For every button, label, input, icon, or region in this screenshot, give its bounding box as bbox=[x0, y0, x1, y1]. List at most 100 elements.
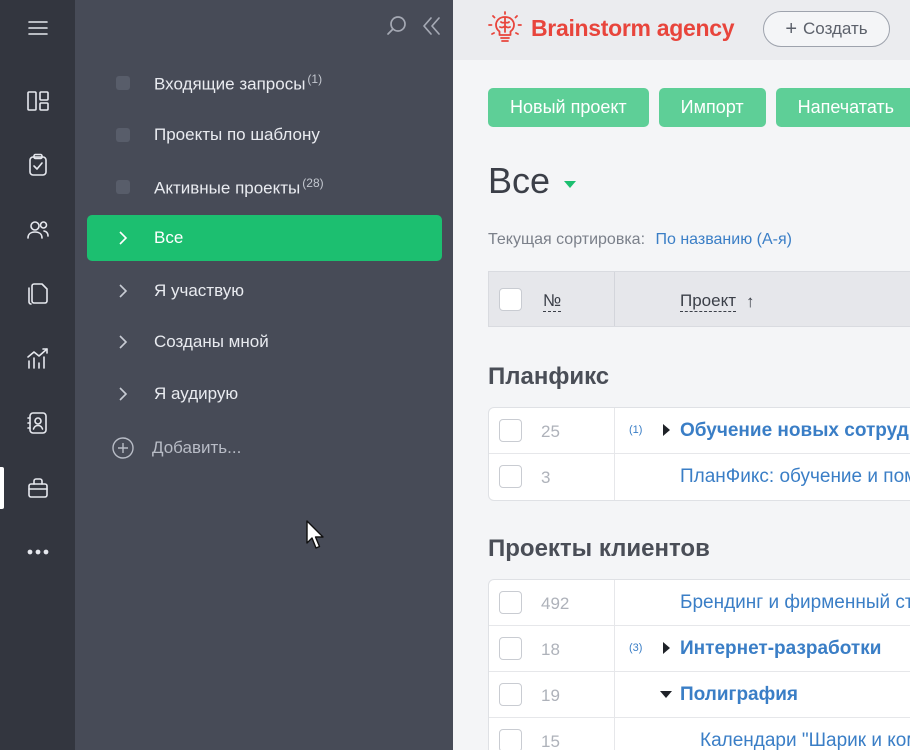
filter-template-projects[interactable]: Проекты по шаблону bbox=[87, 112, 442, 158]
row-checkbox[interactable] bbox=[499, 591, 522, 614]
filter-active-projects[interactable]: Активные проекты (28) bbox=[87, 164, 442, 210]
menu-button[interactable] bbox=[0, 2, 75, 54]
row-number: 15 bbox=[541, 732, 560, 750]
project-link[interactable]: ПланФикс: обучение и помощь bbox=[680, 466, 910, 488]
sort-info: Текущая сортировка: По названию (А-я) bbox=[488, 231, 792, 249]
table-header: № Проект ↑ bbox=[488, 271, 910, 327]
projects-filter-panel: Входящие запросы (1) Проекты по шаблону А… bbox=[75, 0, 453, 750]
user-card-icon bbox=[26, 412, 47, 434]
project-link[interactable]: Календари "Шарик и компания" bbox=[700, 730, 910, 750]
row-checkbox[interactable] bbox=[499, 637, 522, 660]
row-number: 19 bbox=[541, 686, 560, 705]
column-header-project-label: Проект bbox=[680, 291, 736, 312]
actions-toolbar: Новый проект Импорт Напечатать bbox=[488, 88, 910, 127]
row-checkbox[interactable] bbox=[499, 729, 522, 750]
caret-down-icon bbox=[564, 180, 577, 188]
row-number: 492 bbox=[541, 594, 570, 613]
select-all-checkbox[interactable] bbox=[499, 288, 522, 311]
rail-item-users[interactable] bbox=[0, 397, 75, 449]
row-checkbox[interactable] bbox=[499, 465, 522, 488]
group-table: 25 (1) Обучение новых сотрудников 3 План… bbox=[488, 407, 910, 501]
row-subcount: (3) bbox=[629, 642, 643, 654]
rail-item-contacts[interactable] bbox=[0, 204, 75, 256]
rail-item-tasks[interactable] bbox=[0, 139, 75, 191]
filter-auditing[interactable]: Я аудирую bbox=[87, 371, 442, 417]
column-divider bbox=[614, 408, 615, 453]
sort-label: Текущая сортировка: bbox=[488, 231, 646, 248]
column-divider bbox=[614, 272, 615, 326]
filter-count: (28) bbox=[302, 175, 324, 190]
create-label: Создать bbox=[803, 19, 868, 38]
table-row[interactable]: 3 ПланФикс: обучение и помощь bbox=[489, 454, 910, 500]
group-title: Проекты клиентов bbox=[488, 535, 710, 562]
group-table: 492 Брендинг и фирменный стиль 18 (3) Ин… bbox=[488, 579, 910, 750]
import-button[interactable]: Импорт bbox=[658, 88, 766, 127]
column-divider bbox=[614, 626, 615, 671]
filter-label: Проекты по шаблону bbox=[154, 125, 320, 144]
project-link[interactable]: Обучение новых сотрудников bbox=[680, 420, 910, 442]
rail-item-more[interactable] bbox=[0, 526, 75, 578]
expand-triangle-icon[interactable] bbox=[663, 642, 670, 654]
sort-value-link[interactable]: По названию (А-я) bbox=[655, 231, 792, 248]
dashboard-icon bbox=[26, 91, 49, 111]
view-selector[interactable]: Все bbox=[488, 160, 577, 202]
add-filter-button[interactable]: Добавить... bbox=[87, 425, 442, 471]
row-number: 18 bbox=[541, 640, 560, 659]
row-checkbox[interactable] bbox=[499, 419, 522, 442]
rail-item-dashboard[interactable] bbox=[0, 75, 75, 127]
filter-created-by-me[interactable]: Созданы мной bbox=[87, 319, 442, 365]
filter-label: Активные проекты bbox=[154, 178, 301, 198]
brand-logo[interactable]: Brainstorm agency bbox=[487, 10, 735, 46]
column-header-number[interactable]: № bbox=[543, 291, 562, 312]
print-button[interactable]: Напечатать bbox=[775, 88, 910, 127]
rail-item-projects[interactable] bbox=[0, 462, 75, 514]
row-number: 3 bbox=[541, 468, 551, 487]
expand-triangle-icon[interactable] bbox=[663, 424, 670, 436]
row-number: 25 bbox=[541, 422, 560, 441]
filter-participating[interactable]: Я участвую bbox=[87, 268, 442, 314]
filter-all[interactable]: Все bbox=[87, 215, 442, 261]
brain-bulb-icon bbox=[488, 11, 522, 42]
filter-label: Все bbox=[154, 228, 184, 247]
filter-square-icon bbox=[116, 76, 130, 90]
more-icon bbox=[27, 549, 48, 555]
reports-icon bbox=[26, 348, 48, 369]
panel-tools bbox=[385, 14, 443, 38]
icon-rail bbox=[0, 0, 75, 750]
project-link[interactable]: Интернет-разработки bbox=[680, 638, 881, 660]
filter-count: (1) bbox=[307, 71, 323, 86]
filter-square-icon bbox=[116, 180, 130, 194]
search-icon[interactable] bbox=[385, 14, 409, 38]
table-row[interactable]: 18 (3) Интернет-разработки bbox=[489, 626, 910, 672]
filter-label: Созданы мной bbox=[154, 332, 269, 351]
new-project-button[interactable]: Новый проект bbox=[488, 88, 649, 127]
page-title: Все bbox=[488, 160, 551, 201]
table-row[interactable]: 15 Календари "Шарик и компания" bbox=[489, 718, 910, 750]
brand-name: Brainstorm agency bbox=[531, 14, 735, 41]
table-row[interactable]: 492 Брендинг и фирменный стиль bbox=[489, 580, 910, 626]
column-divider bbox=[614, 580, 615, 625]
top-bar: Brainstorm agency + Создать bbox=[453, 0, 910, 60]
sort-arrow-up-icon: ↑ bbox=[746, 291, 755, 311]
table-row[interactable]: 19 Полиграфия bbox=[489, 672, 910, 718]
collapse-panel-icon[interactable] bbox=[419, 14, 443, 38]
collapse-triangle-icon[interactable] bbox=[660, 691, 672, 698]
project-link[interactable]: Брендинг и фирменный стиль bbox=[680, 592, 910, 614]
project-link[interactable]: Полиграфия bbox=[680, 684, 798, 706]
rail-item-documents[interactable] bbox=[0, 268, 75, 320]
column-divider bbox=[614, 672, 615, 717]
rail-item-reports[interactable] bbox=[0, 333, 75, 385]
filter-inbox-requests[interactable]: Входящие запросы (1) bbox=[87, 60, 442, 106]
row-checkbox[interactable] bbox=[499, 683, 522, 706]
create-button[interactable]: + Создать bbox=[763, 11, 890, 47]
filter-label: Я аудирую bbox=[154, 384, 239, 403]
documents-icon bbox=[27, 283, 48, 305]
table-row[interactable]: 25 (1) Обучение новых сотрудников bbox=[489, 408, 910, 454]
mouse-cursor-icon bbox=[306, 520, 324, 549]
main-content: Brainstorm agency + Создать Новый проект… bbox=[453, 0, 910, 750]
column-divider bbox=[614, 718, 615, 750]
plus-icon: + bbox=[785, 18, 798, 40]
chevron-right-icon bbox=[115, 283, 131, 299]
column-header-project[interactable]: Проект ↑ bbox=[680, 291, 755, 312]
row-subcount: (1) bbox=[629, 424, 643, 436]
